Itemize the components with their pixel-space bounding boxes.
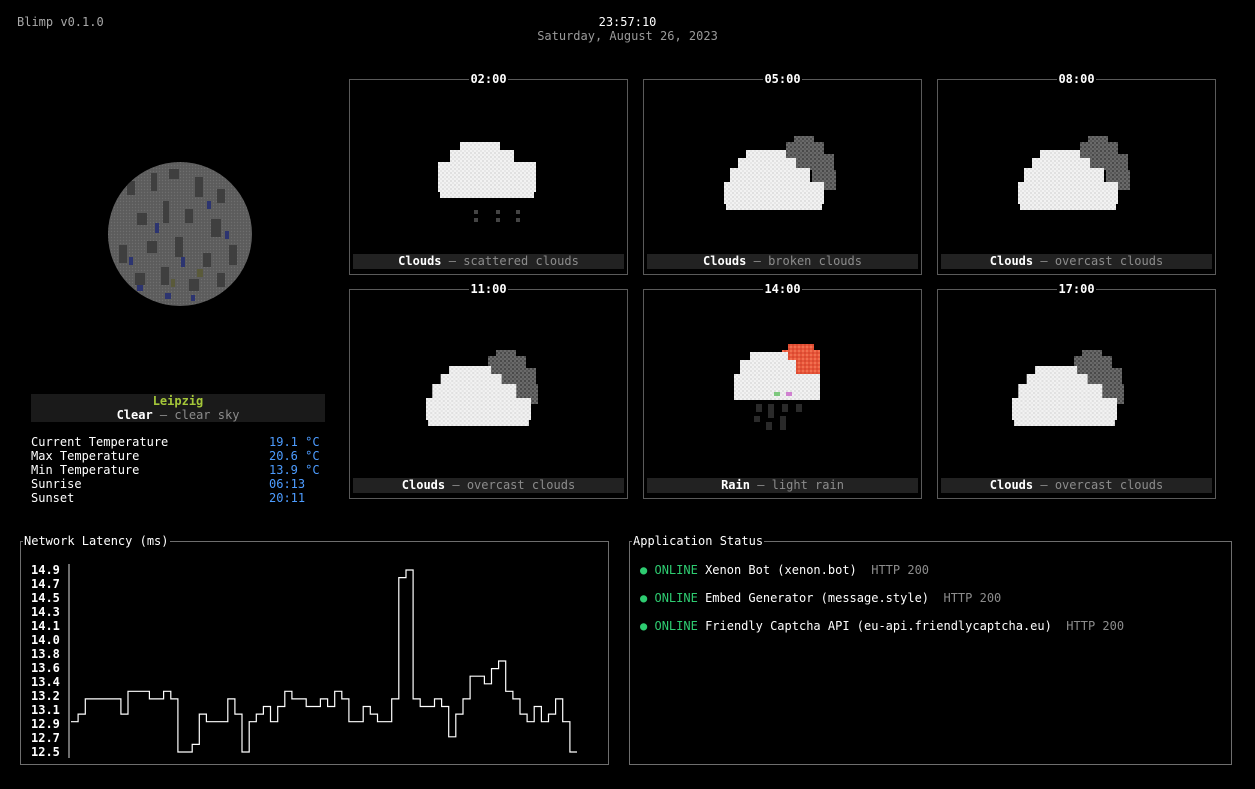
forecast-separator: –	[445, 478, 467, 492]
status-panel: Application Status ● ONLINE Xenon Bot (x…	[629, 534, 1232, 765]
status-panel-title: Application Status	[632, 534, 765, 548]
forecast-time: 11:00	[469, 282, 508, 296]
stat-row: Max Temperature 20.6 °C	[31, 449, 325, 463]
status-dot-icon: ●	[640, 563, 648, 577]
stat-row: Sunrise 06:13	[31, 477, 325, 491]
stat-row: Sunset 20:11	[31, 491, 325, 505]
clock-date: Saturday, August 26, 2023	[537, 29, 718, 43]
forecast-main: Clouds	[398, 254, 442, 268]
status-code: HTTP 200	[943, 591, 1002, 605]
forecast-card: 17:00 Clouds – overcast clouds	[937, 282, 1216, 499]
condition-desc: clear sky	[174, 408, 240, 422]
overcast-clouds-icon	[1018, 136, 1130, 210]
condition-separator: –	[152, 408, 175, 422]
forecast-desc: overcast clouds	[1054, 254, 1164, 268]
forecast-desc: overcast clouds	[1054, 478, 1164, 492]
forecast-separator: –	[441, 254, 464, 268]
stat-label: Min Temperature	[31, 463, 140, 477]
forecast-time: 14:00	[763, 282, 802, 296]
status-dot-icon: ●	[640, 591, 648, 605]
forecast-card: 11:00 Clouds – overcast clouds	[349, 282, 628, 499]
status-row: ● ONLINE Xenon Bot (xenon.bot) HTTP 200	[640, 563, 929, 577]
latency-chart	[68, 564, 577, 758]
stat-value: 19.1 °C	[269, 435, 320, 449]
status-code: HTTP 200	[871, 563, 930, 577]
forecast-time: 02:00	[469, 72, 508, 86]
forecast-condition: Clouds – overcast clouds	[353, 478, 624, 493]
forecast-desc: scattered clouds	[463, 254, 579, 268]
forecast-separator: –	[746, 254, 769, 268]
status-app-name: Xenon Bot (xenon.bot)	[705, 563, 857, 577]
status-app-name: Friendly Captcha API (eu-api.friendlycap…	[705, 619, 1052, 633]
stat-row: Current Temperature 19.1 °C	[31, 435, 325, 449]
forecast-separator: –	[1033, 478, 1055, 492]
forecast-card: 05:00 Clouds – broken clouds	[643, 72, 922, 275]
stat-value: 20:11	[269, 491, 306, 505]
forecast-card: 02:00 Clouds – scattered clouds	[349, 72, 628, 275]
broken-clouds-icon	[724, 136, 836, 210]
status-state: ONLINE	[654, 591, 698, 605]
overcast-clouds-icon	[1012, 350, 1124, 426]
latency-panel: Network Latency (ms) 14.9 14.7 14.5 14.3 14.…	[20, 534, 609, 765]
forecast-card: 08:00 Clouds – overcast clouds	[937, 72, 1216, 275]
forecast-card: 14:00 Rain – light rain	[643, 282, 922, 499]
forecast-desc: overcast clouds	[466, 478, 576, 492]
latency-series-line	[71, 569, 577, 753]
stat-label: Current Temperature	[31, 435, 169, 449]
forecast-main: Clouds	[989, 478, 1034, 492]
stat-label: Sunset	[31, 491, 75, 505]
stat-value: 13.9 °C	[269, 463, 320, 477]
forecast-separator: –	[1033, 254, 1055, 268]
forecast-time: 08:00	[1057, 72, 1096, 86]
status-state: ONLINE	[654, 563, 698, 577]
status-app-name: Embed Generator (message.style)	[705, 591, 930, 605]
sun-rain-icon	[734, 344, 820, 430]
forecast-main: Clouds	[703, 254, 747, 268]
cloud-drizzle-icon	[438, 142, 536, 222]
forecast-time: 17:00	[1057, 282, 1096, 296]
forecast-main: Rain	[721, 478, 750, 492]
moon-icon	[108, 162, 252, 306]
status-state: ONLINE	[654, 619, 698, 633]
status-code: HTTP 200	[1066, 619, 1125, 633]
forecast-desc: broken clouds	[768, 254, 862, 268]
stat-row: Min Temperature 13.9 °C	[31, 463, 325, 477]
current-condition: Clear – clear sky	[31, 408, 325, 422]
weather-stats: Current Temperature 19.1 °C Max Temperatu…	[31, 435, 325, 505]
city-name: Leipzig	[152, 394, 204, 408]
status-row: ● ONLINE Embed Generator (message.style)…	[640, 591, 1001, 605]
forecast-separator: –	[749, 478, 772, 492]
stat-label: Sunrise	[31, 477, 82, 491]
stat-label: Max Temperature	[31, 449, 140, 463]
stat-value: 20.6 °C	[269, 449, 320, 463]
forecast-main: Clouds	[989, 254, 1034, 268]
clock-time: 23:57:10	[598, 15, 657, 29]
forecast-condition: Clouds – scattered clouds	[353, 254, 624, 269]
forecast-main: Clouds	[401, 478, 446, 492]
forecast-condition: Rain – light rain	[647, 478, 918, 493]
forecast-desc: light rain	[771, 478, 844, 492]
status-dot-icon: ●	[640, 619, 648, 633]
status-row: ● ONLINE Friendly Captcha API (eu-api.fr…	[640, 619, 1124, 633]
condition-main: Clear	[116, 408, 153, 422]
weather-location-box: Leipzig Clear – clear sky	[31, 394, 325, 422]
forecast-time: 05:00	[763, 72, 802, 86]
overcast-clouds-icon	[426, 350, 538, 426]
forecast-condition: Clouds – broken clouds	[647, 254, 918, 269]
forecast-condition: Clouds – overcast clouds	[941, 254, 1212, 269]
forecast-condition: Clouds – overcast clouds	[941, 478, 1212, 493]
stat-value: 06:13	[269, 477, 306, 491]
